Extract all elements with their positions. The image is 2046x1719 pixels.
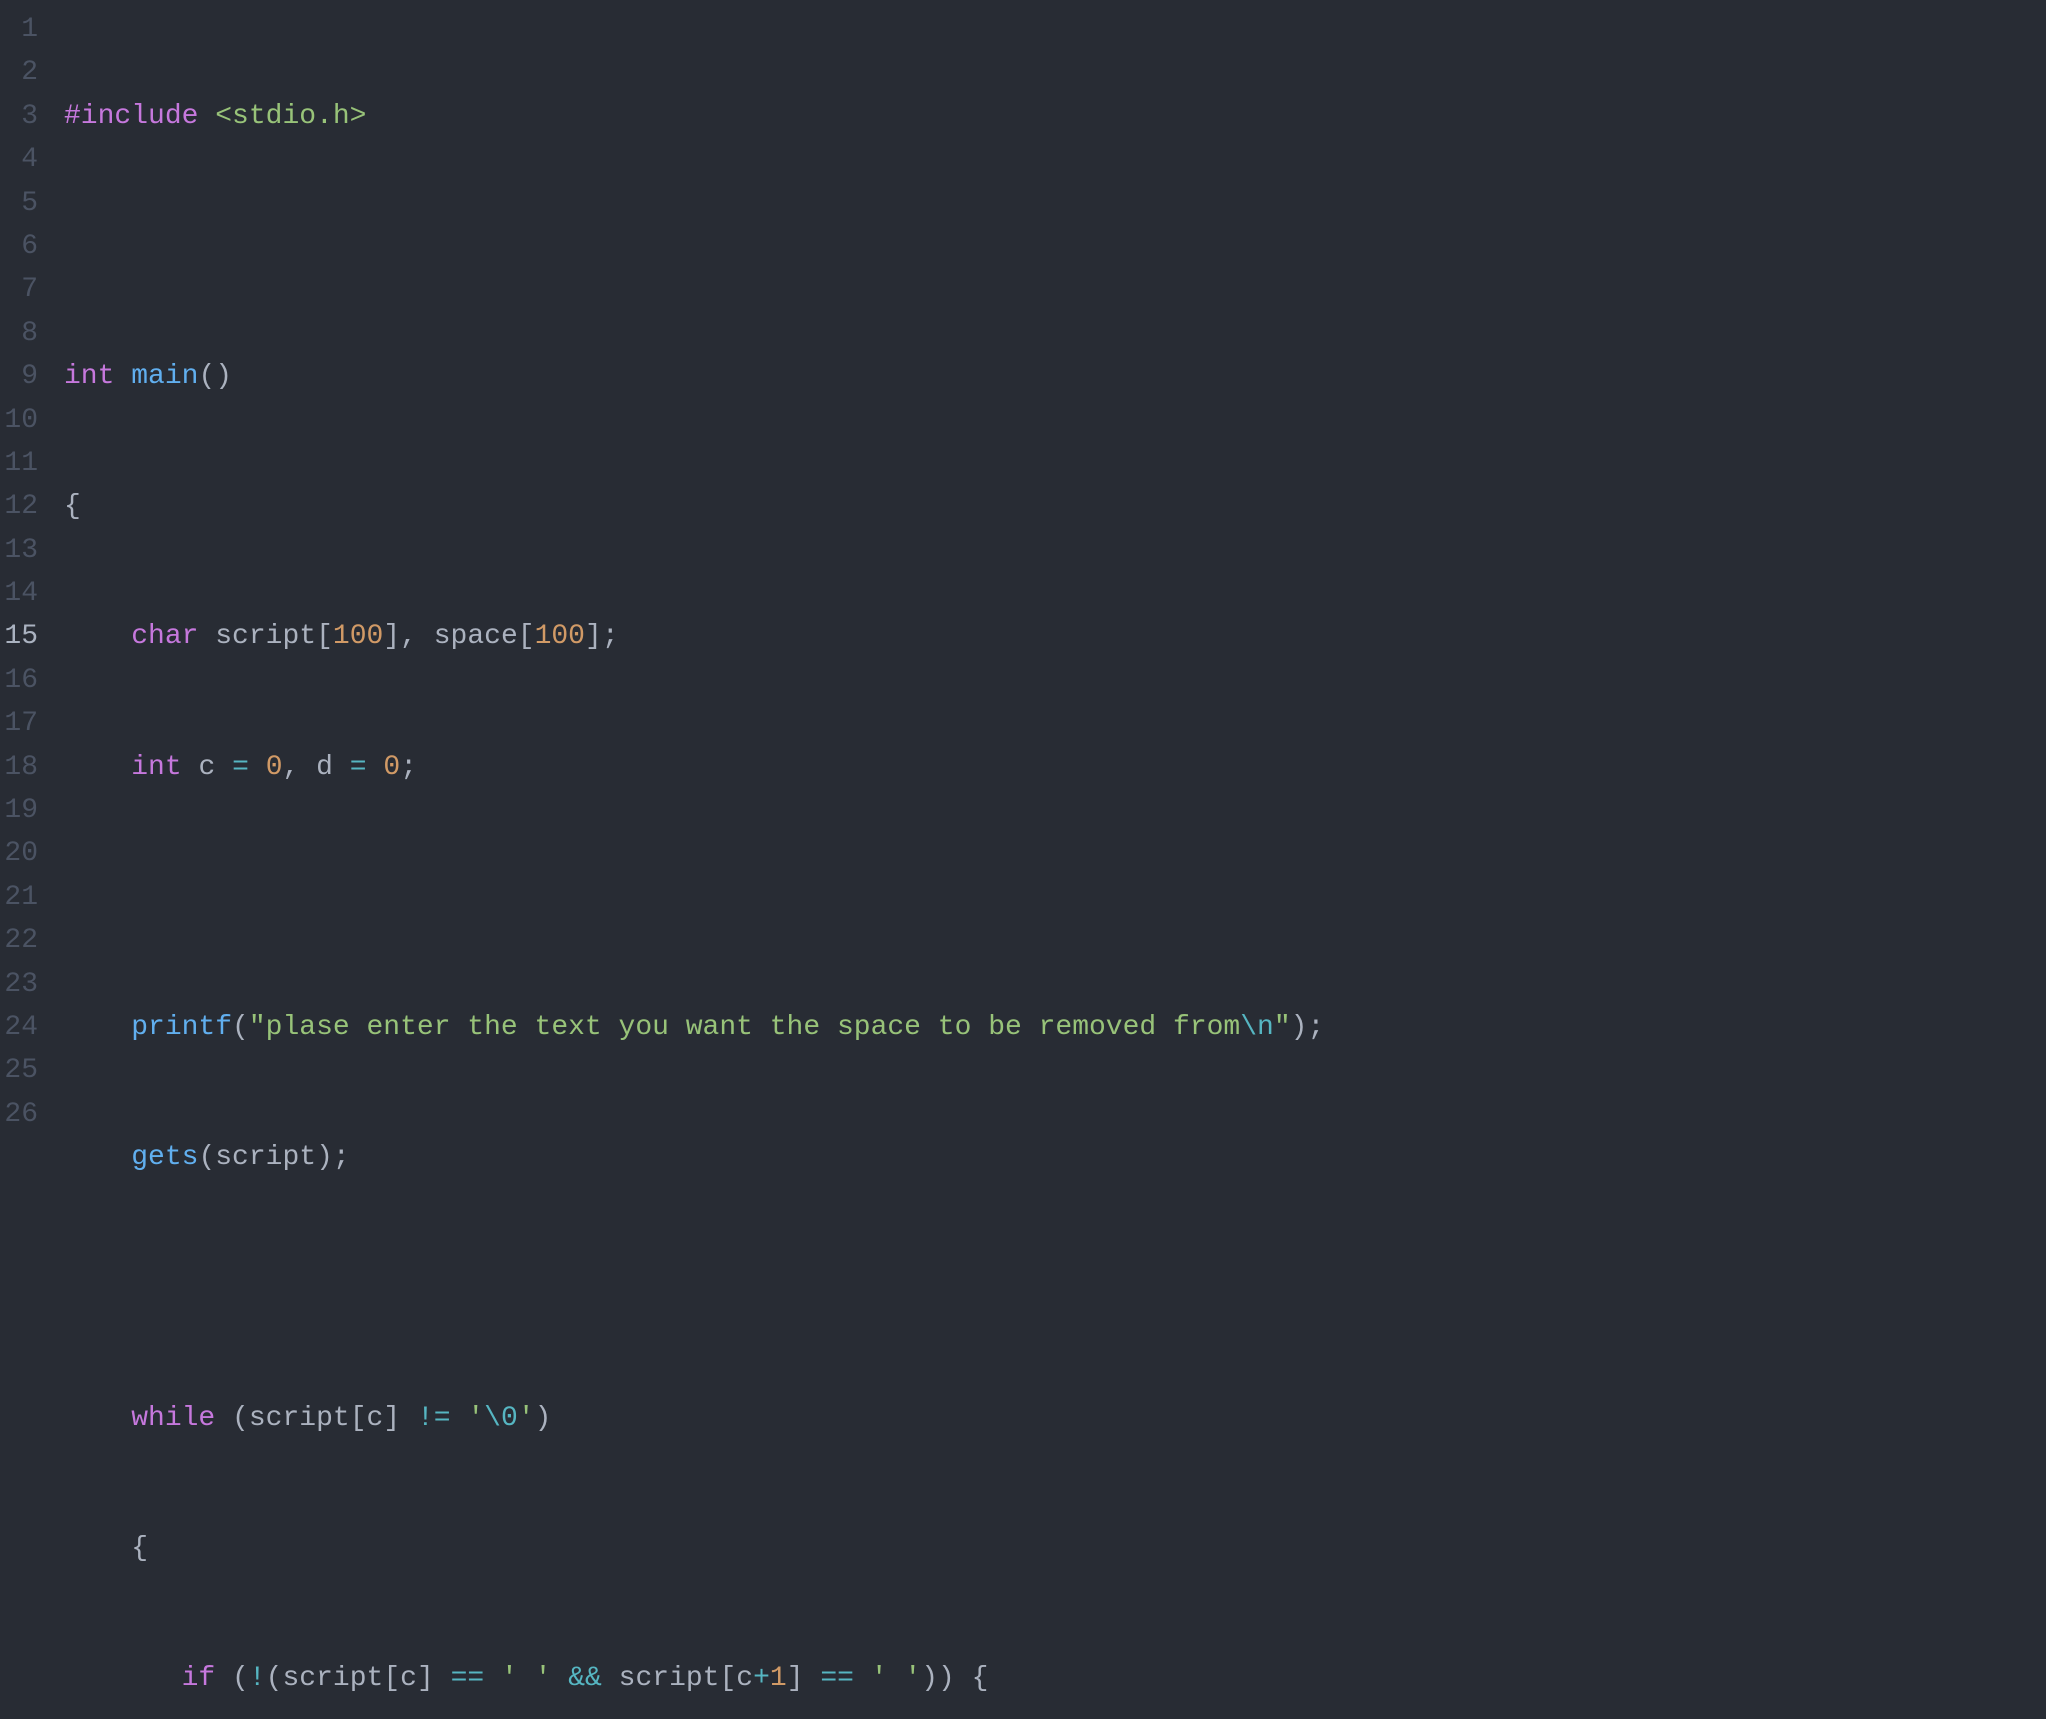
code-line[interactable] <box>60 225 2046 268</box>
line-number: 22 <box>4 919 38 962</box>
code-line[interactable] <box>60 876 2046 919</box>
line-number: 9 <box>4 355 38 398</box>
code-line[interactable] <box>60 1266 2046 1309</box>
code-line[interactable]: int c = 0, d = 0; <box>60 746 2046 789</box>
code-line[interactable]: char script[100], space[100]; <box>60 615 2046 658</box>
code-area[interactable]: #include <stdio.h> int main() { char scr… <box>52 0 2046 1719</box>
code-line[interactable]: #include <stdio.h> <box>60 95 2046 138</box>
line-number: 2 <box>4 51 38 94</box>
line-number: 8 <box>4 312 38 355</box>
line-number: 21 <box>4 876 38 919</box>
line-number: 17 <box>4 702 38 745</box>
line-number-active: 15 <box>4 615 38 658</box>
code-line[interactable]: { <box>60 485 2046 528</box>
code-line[interactable]: if (!(script[c] == ' ' && script[c+1] ==… <box>60 1657 2046 1700</box>
line-number: 18 <box>4 746 38 789</box>
line-number: 13 <box>4 529 38 572</box>
line-number: 14 <box>4 572 38 615</box>
line-number: 19 <box>4 789 38 832</box>
line-number: 25 <box>4 1049 38 1092</box>
code-line[interactable]: int main() <box>60 355 2046 398</box>
line-number: 4 <box>4 138 38 181</box>
code-line[interactable]: { <box>60 1527 2046 1570</box>
line-number: 20 <box>4 832 38 875</box>
line-number: 16 <box>4 659 38 702</box>
line-number-gutter: 1 2 3 4 5 6 7 8 9 10 11 12 13 14 15 16 1… <box>0 0 52 1719</box>
line-number: 1 <box>4 8 38 51</box>
line-number: 6 <box>4 225 38 268</box>
line-number: 5 <box>4 182 38 225</box>
line-number: 24 <box>4 1006 38 1049</box>
line-number: 10 <box>4 399 38 442</box>
code-editor: 1 2 3 4 5 6 7 8 9 10 11 12 13 14 15 16 1… <box>0 0 2046 1719</box>
line-number: 7 <box>4 268 38 311</box>
code-line[interactable]: gets(script); <box>60 1136 2046 1179</box>
line-number: 11 <box>4 442 38 485</box>
line-number: 23 <box>4 963 38 1006</box>
code-line[interactable]: while (script[c] != '\0') <box>60 1397 2046 1440</box>
code-line[interactable]: printf("plase enter the text you want th… <box>60 1006 2046 1049</box>
line-number: 26 <box>4 1093 38 1136</box>
line-number: 12 <box>4 485 38 528</box>
line-number: 3 <box>4 95 38 138</box>
